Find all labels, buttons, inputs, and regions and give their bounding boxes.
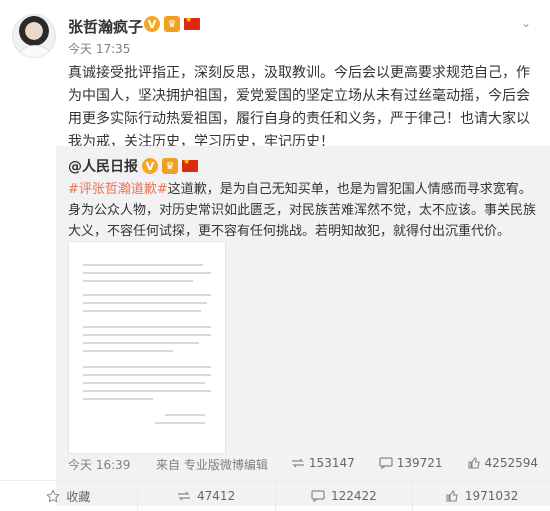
- favorite-button[interactable]: 收藏: [0, 481, 138, 511]
- post-text: 真诚接受批评指正，深刻反思，汲取教训。今后会以更高要求规范自己，作为中国人，坚决…: [68, 65, 530, 150]
- repost-author[interactable]: @人民日报 V ♛: [68, 156, 198, 176]
- verified-icon[interactable]: V: [144, 16, 160, 32]
- post-timestamp[interactable]: 今天 17:35: [68, 40, 130, 57]
- action-bar: 收藏 47412 122422 1971032: [0, 480, 550, 511]
- repost-icon: [291, 458, 304, 468]
- avatar[interactable]: [12, 14, 56, 58]
- chevron-down-icon[interactable]: ⌄: [518, 16, 534, 32]
- reposted-weibo[interactable]: @人民日报 V ♛ #评张哲瀚道歉#这道歉，是为自己无知买单，也是为冒犯国人情感…: [56, 146, 550, 506]
- comment-icon: [311, 490, 325, 502]
- vip-crown-icon[interactable]: ♛: [164, 16, 180, 32]
- repost-time[interactable]: 今天 16:39: [68, 456, 130, 473]
- thumbs-up-icon: [467, 457, 480, 469]
- repost-stats: 153147 139721 4252594: [291, 456, 538, 470]
- repost-text: #评张哲瀚道歉#这道歉，是为自己无知买单，也是为冒犯国人情感而寻求宽宥。身为公众…: [68, 182, 537, 239]
- weibo-post: 张哲瀚疯子 V ♛ ⌄ 今天 17:35 真诚接受批评指正，深刻反思，汲取教训。…: [0, 0, 550, 511]
- comment-button[interactable]: 122422: [276, 481, 414, 511]
- like-button[interactable]: 1971032: [413, 481, 550, 511]
- thumbs-up-icon: [446, 490, 458, 502]
- china-flag-icon: [184, 15, 200, 30]
- statement-image[interactable]: [68, 241, 226, 454]
- vip-crown-icon[interactable]: ♛: [162, 158, 178, 174]
- repost-comment-count[interactable]: 139721: [379, 456, 443, 470]
- verified-icon[interactable]: V: [142, 158, 158, 174]
- user-badges: V ♛: [144, 15, 200, 32]
- repost-button[interactable]: 47412: [138, 481, 276, 511]
- repost-icon: [178, 491, 191, 501]
- star-icon: [46, 490, 61, 502]
- repost-repost-count[interactable]: 153147: [291, 456, 355, 470]
- repost-like-count[interactable]: 4252594: [467, 456, 538, 470]
- comment-icon: [379, 457, 393, 469]
- hashtag-link[interactable]: #评张哲瀚道歉#: [68, 182, 168, 197]
- china-flag-icon: [182, 157, 198, 172]
- repost-source: 来自 专业版微博编辑: [156, 458, 268, 472]
- post-username[interactable]: 张哲瀚疯子: [68, 16, 143, 37]
